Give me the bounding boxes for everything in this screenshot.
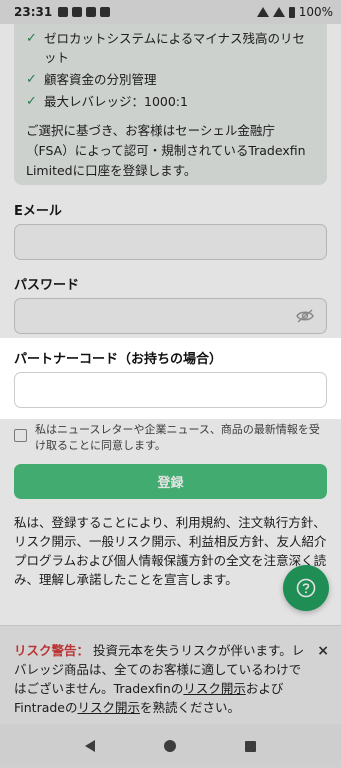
password-label: パスワード xyxy=(14,278,80,293)
close-icon[interactable]: × xyxy=(317,642,329,661)
system-nav-bar xyxy=(0,724,341,768)
home-app-icon xyxy=(72,7,83,17)
recents-icon[interactable] xyxy=(245,740,257,752)
password-field[interactable] xyxy=(14,298,327,334)
partner-code-section: パートナーコード（お持ちの場合） xyxy=(0,338,341,419)
feature-item: ✓ ゼロカットシステムによるマイナス残高のリセット xyxy=(26,29,315,67)
risk-warning-title: リスク警告： xyxy=(14,643,90,658)
regulation-note: ご選択に基づき、お客様はセーシェル金融庁（FSA）によって認可・規制されているT… xyxy=(26,123,306,178)
check-icon: ✓ xyxy=(26,72,37,87)
feature-item: ✓ 顧客資金の分別管理 xyxy=(26,70,315,89)
question-icon xyxy=(296,578,316,598)
sync-icon xyxy=(100,7,111,17)
battery-icon xyxy=(288,6,295,18)
notification-icons xyxy=(58,7,111,17)
register-button[interactable]: 登録 xyxy=(14,464,327,499)
status-bar: 23:31 100% xyxy=(0,0,341,24)
partner-code-field[interactable] xyxy=(14,372,327,408)
risk-disclosure-link-tradexfin[interactable]: リスク開示 xyxy=(183,681,246,696)
account-info-card: ✓ ゼロカットシステムによるマイナス残高のリセット ✓ 顧客資金の分別管理 ✓ … xyxy=(14,24,327,185)
status-time: 23:31 xyxy=(14,5,53,19)
newsletter-consent: 私はニュースレターや企業ニュース、商品の最新情報を受け取ることに同意します。 xyxy=(14,422,327,454)
signup-page: 23:31 100% ✓ ゼロカットシステムによるマイナス残高のリセット ✓ 顧… xyxy=(0,0,341,768)
feature-item: ✓ 最大レバレッジ：1000:1 xyxy=(26,92,315,111)
feature-text: ゼロカットシステムによるマイナス残高のリセット xyxy=(44,31,306,65)
check-icon: ✓ xyxy=(26,31,37,46)
feature-text: 最大レバレッジ：1000:1 xyxy=(44,94,188,109)
back-icon[interactable] xyxy=(84,740,95,752)
status-right: 100% xyxy=(256,5,333,19)
home-icon[interactable] xyxy=(163,740,176,752)
signal-icon xyxy=(272,7,285,17)
newsletter-checkbox[interactable] xyxy=(14,429,27,442)
check-icon: ✓ xyxy=(26,94,37,109)
support-icon xyxy=(86,7,97,17)
risk-disclosure-link-fintrade[interactable]: リスク開示 xyxy=(78,700,141,715)
email-field[interactable] xyxy=(14,224,327,260)
eye-off-icon[interactable] xyxy=(296,309,314,323)
mail-icon xyxy=(58,7,69,17)
battery-level: 100% xyxy=(298,5,333,19)
consent-text: 私はニュースレターや企業ニュース、商品の最新情報を受け取ることに同意します。 xyxy=(35,423,320,452)
help-button[interactable] xyxy=(283,565,329,611)
risk-warning-text-3: を熟読ください。 xyxy=(140,700,241,715)
email-label: Eメール xyxy=(14,204,62,219)
terms-declaration: 私は、登録することにより、利用規約、注文執行方針、リスク開示、一般リスク開示、利… xyxy=(14,515,327,587)
wifi-icon xyxy=(256,7,269,17)
feature-text: 顧客資金の分別管理 xyxy=(44,72,157,87)
partner-code-label: パートナーコード（お持ちの場合） xyxy=(14,352,223,367)
risk-warning-banner: リスク警告： 投資元本を失うリスクが伴います。レバレッジ商品は、全てのお客様に適… xyxy=(0,625,341,724)
